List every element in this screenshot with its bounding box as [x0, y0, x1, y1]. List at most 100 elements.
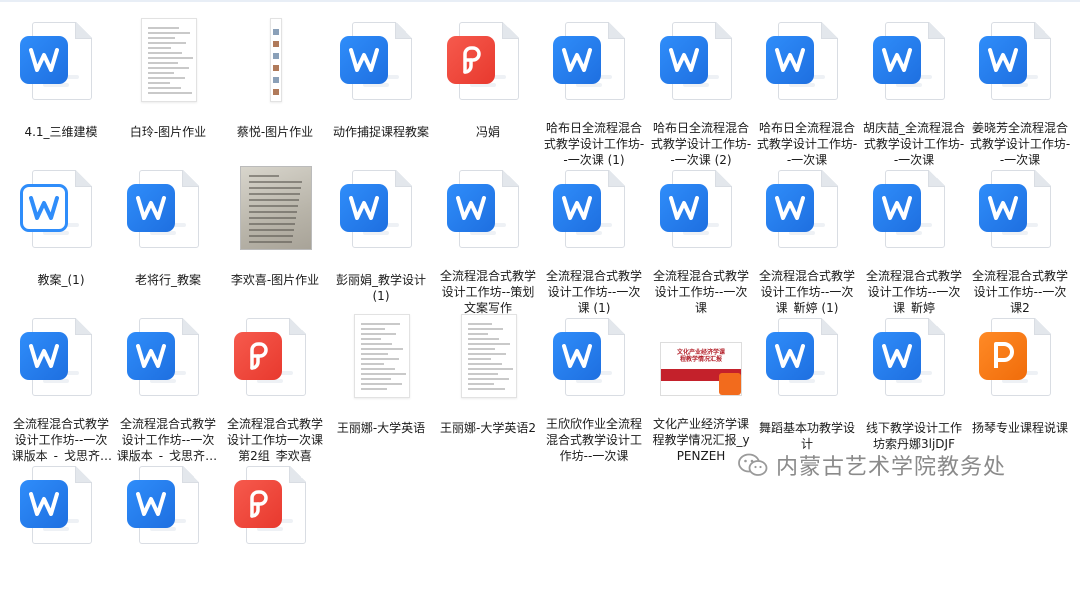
file-thumbnail — [125, 462, 211, 564]
file-name: 全流程混合式教学设计工作坊--策划文案写作 — [439, 268, 536, 314]
file-item[interactable]: 李欢喜-图片作业 — [222, 164, 328, 314]
file-name: 全流程混合式教学设计工作坊--一次课 (1) — [545, 268, 642, 314]
file-item[interactable]: 蔡悦-图片作业 — [222, 16, 328, 166]
word-icon — [553, 332, 601, 380]
poster-title: 文化产业经济学课程教学情况汇报 — [677, 349, 726, 363]
file-thumbnail — [658, 18, 744, 116]
file-name: 李欢喜-图片作业 — [230, 273, 320, 287]
word-icon — [340, 36, 388, 84]
file-name: 动作捕捉课程教案 — [332, 125, 429, 139]
file-item[interactable]: 全流程混合式教学设计工作坊--一次课 (1) — [541, 164, 647, 314]
file-name: 彭丽娟_教学设计 (1) — [335, 273, 426, 303]
file-name: 老将行_教案 — [134, 273, 201, 287]
file-name: 扬琴专业课程说课 — [971, 421, 1068, 435]
file-thumbnail — [551, 166, 637, 264]
file-item[interactable]: 舞蹈基本功教学设计 — [754, 312, 860, 462]
wechat-icon — [738, 452, 768, 478]
file-name: 教案_(1) — [37, 273, 85, 287]
file-item[interactable]: 教案_(1) — [8, 164, 114, 314]
file-item[interactable]: 全流程混合式教学设计工作坊--策划文案写作 — [435, 164, 541, 314]
image-thumbnail — [141, 18, 197, 102]
file-thumbnail — [18, 462, 104, 564]
file-item[interactable]: 白玲-图片作业 — [115, 16, 221, 166]
file-item[interactable]: 冯娟 — [435, 16, 541, 166]
file-thumbnail — [125, 314, 211, 412]
pdf-icon — [234, 480, 282, 528]
file-item[interactable] — [115, 460, 221, 610]
file-item[interactable]: 动作捕捉课程教案 — [328, 16, 434, 166]
file-item[interactable]: 王欣欣作业全流程混合式教学设计工作坊--一次课 — [541, 312, 647, 462]
file-item[interactable]: 胡庆喆_全流程混合式教学设计工作坊--一次课 — [861, 16, 967, 166]
word-icon — [127, 480, 175, 528]
file-thumbnail — [232, 166, 318, 268]
pdf-icon — [234, 332, 282, 380]
file-thumbnail — [338, 314, 424, 416]
file-item[interactable]: 全流程混合式教学设计工作坊一次课第2组_李欢喜 — [222, 312, 328, 462]
file-thumbnail — [551, 18, 637, 116]
file-thumbnail — [871, 18, 957, 116]
file-item[interactable]: 王丽娜-大学英语2 — [435, 312, 541, 462]
file-item[interactable]: 线下教学设计工作坊索丹娜3ljDJF — [861, 312, 967, 462]
file-name: 全流程混合式教学设计工作坊--一次课_靳婷 — [865, 268, 962, 314]
word-icon — [873, 184, 921, 232]
file-item[interactable]: 全流程混合式教学设计工作坊--一次课版本_-_戈思齐_-_0512_B... — [8, 312, 114, 462]
poster-thumbnail: 文化产业经济学课程教学情况汇报 — [660, 342, 742, 396]
word-icon — [20, 36, 68, 84]
file-item[interactable]: 扬琴专业课程说课 — [967, 312, 1073, 462]
file-item[interactable]: 王丽娜-大学英语 — [328, 312, 434, 462]
word-icon — [127, 332, 175, 380]
file-name: 胡庆喆_全流程混合式教学设计工作坊--一次课 — [862, 120, 965, 166]
file-item[interactable]: 姜晓芳全流程混合式教学设计工作坊--一次课 — [967, 16, 1073, 166]
file-item[interactable]: 全流程混合式教学设计工作坊--一次课 — [648, 164, 754, 314]
file-thumbnail — [338, 166, 424, 268]
file-name: 4.1_三维建模 — [24, 125, 98, 139]
file-item[interactable]: 全流程混合式教学设计工作坊--一次课_靳婷 (1) — [754, 164, 860, 314]
file-name: 全流程混合式教学设计工作坊一次课第2组_李欢喜 — [226, 416, 323, 462]
photo-thumbnail — [240, 166, 312, 250]
file-thumbnail — [232, 462, 318, 564]
file-thumbnail — [977, 18, 1063, 116]
file-item[interactable]: 文化产业经济学课程教学情况汇报 文化产业经济学课程教学情况汇报_yPENZEH — [648, 312, 754, 462]
file-item[interactable]: 彭丽娟_教学设计 (1) — [328, 164, 434, 314]
image-thumbnail — [354, 314, 410, 398]
file-item[interactable] — [222, 460, 328, 610]
file-item[interactable]: 哈布日全流程混合式教学设计工作坊--一次课 (1) — [541, 16, 647, 166]
ppt-icon — [719, 373, 741, 395]
file-name: 全流程混合式教学设计工作坊--一次课_靳婷 (1) — [758, 268, 855, 314]
file-name: 全流程混合式教学设计工作坊--一次课 — [652, 268, 749, 314]
word-icon — [979, 184, 1027, 232]
file-name: 全流程混合式教学设计工作坊--一次课版本_-_戈思齐_-_0512_B... — [11, 416, 111, 462]
file-thumbnail — [445, 314, 531, 416]
file-name: 全流程混合式教学设计工作坊--一次课2 — [971, 268, 1068, 314]
file-thumbnail — [977, 314, 1063, 416]
file-thumbnail — [445, 166, 531, 264]
file-thumbnail — [658, 166, 744, 264]
ppt-icon — [979, 332, 1027, 380]
word-icon — [873, 332, 921, 380]
pdf-icon — [447, 36, 495, 84]
file-thumbnail — [18, 18, 104, 120]
file-thumbnail — [232, 18, 318, 120]
file-name: 哈布日全流程混合式教学设计工作坊--一次课 (1) — [543, 120, 645, 166]
file-item[interactable] — [8, 460, 114, 610]
file-thumbnail — [125, 18, 211, 120]
file-item[interactable]: 全流程混合式教学设计工作坊--一次课版本_-_戈思齐_AU0PmbS — [115, 312, 221, 462]
file-item[interactable]: 4.1_三维建模 — [8, 16, 114, 166]
file-grid: 4.1_三维建模 白玲-图片作业 蔡悦-图片作业 动作捕捉课程教案 冯娟 哈布日全流… — [0, 0, 1080, 544]
image-thumbnail — [461, 314, 517, 398]
file-name: 王丽娜-大学英语2 — [440, 421, 536, 435]
file-item[interactable]: 哈布日全流程混合式教学设计工作坊--一次课 — [754, 16, 860, 166]
file-item[interactable]: 全流程混合式教学设计工作坊--一次课_靳婷 — [861, 164, 967, 314]
file-name: 王欣欣作业全流程混合式教学设计工作坊--一次课 — [545, 416, 642, 462]
word-icon — [766, 184, 814, 232]
file-thumbnail — [18, 314, 104, 412]
file-thumbnail — [18, 166, 104, 268]
file-item[interactable]: 全流程混合式教学设计工作坊--一次课2 — [967, 164, 1073, 314]
file-thumbnail — [764, 314, 850, 416]
file-thumbnail — [764, 166, 850, 264]
word-icon — [873, 36, 921, 84]
file-item[interactable]: 老将行_教案 — [115, 164, 221, 314]
file-thumbnail: 文化产业经济学课程教学情况汇报 — [658, 314, 744, 412]
file-item[interactable]: 哈布日全流程混合式教学设计工作坊--一次课 (2) — [648, 16, 754, 166]
word-icon — [553, 36, 601, 84]
